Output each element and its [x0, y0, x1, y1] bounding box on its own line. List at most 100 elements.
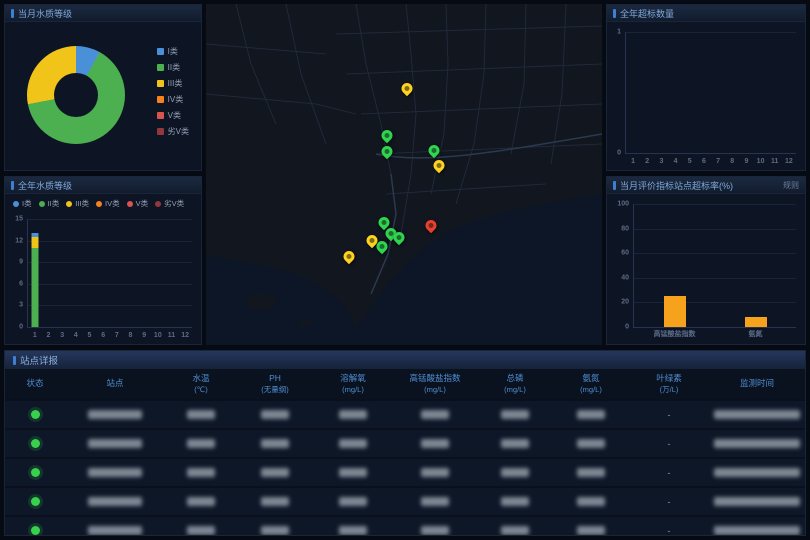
- legend-item[interactable]: IV类: [96, 198, 120, 209]
- y-axis-tick: 12: [15, 237, 23, 244]
- legend-label: 劣V类: [164, 198, 184, 209]
- x-axis-tick: 氨氮: [749, 329, 763, 339]
- column-unit: (mg/L): [424, 385, 446, 394]
- redacted-station-name: [88, 439, 142, 448]
- x-axis-tick: 8: [129, 332, 133, 339]
- redacted-timestamp: [714, 410, 800, 419]
- y-axis-tick: 9: [19, 259, 23, 266]
- status-cell: [5, 464, 65, 482]
- status-cell: [5, 435, 65, 453]
- legend-item[interactable]: V类: [127, 198, 149, 209]
- value-cell: [165, 522, 237, 537]
- status-indicator: [31, 497, 40, 506]
- status-cell: [5, 493, 65, 511]
- value-cell: [313, 435, 393, 453]
- redacted-value: [577, 526, 605, 535]
- redacted-value: [339, 439, 367, 448]
- table-row[interactable]: -: [5, 430, 805, 457]
- redacted-timestamp: [714, 526, 800, 535]
- chart-plot: 03691215123456789101112: [27, 219, 192, 328]
- legend-item[interactable]: 劣V类: [155, 198, 184, 209]
- legend-swatch: [157, 64, 164, 71]
- bar-segment: [664, 296, 686, 327]
- value-cell: [393, 435, 477, 453]
- legend-item[interactable]: 劣V类: [157, 126, 189, 137]
- column-header: 总磷(mg/L): [477, 373, 553, 395]
- legend-label: V类: [136, 198, 149, 209]
- legend-item[interactable]: III类: [66, 198, 89, 209]
- bar[interactable]: [31, 219, 38, 327]
- chart-plot: 020406080100高锰酸盐指数氨氮: [633, 204, 796, 328]
- redacted-value: [577, 410, 605, 419]
- value-cell: [165, 493, 237, 511]
- legend-label: II类: [48, 198, 60, 209]
- legend-swatch: [39, 201, 45, 207]
- water-quality-donut-chart[interactable]: [27, 46, 125, 144]
- redacted-value: [577, 468, 605, 477]
- value-cell: [237, 493, 313, 511]
- column-label: 叶绿素: [656, 373, 682, 383]
- panel-title: 当月评价指标站点超标率(%): [620, 179, 733, 192]
- gridline: [634, 229, 796, 230]
- redacted-value: [339, 526, 367, 535]
- value-cell: [165, 435, 237, 453]
- rule-tag[interactable]: 规则: [783, 180, 799, 191]
- column-header: 水温(℃): [165, 373, 237, 395]
- legend-item[interactable]: II类: [39, 198, 60, 209]
- panel-header: 当月评价指标站点超标率(%) 规则: [607, 177, 805, 194]
- exceed-rate-bar-chart[interactable]: 020406080100高锰酸盐指数氨氮: [607, 194, 805, 344]
- value-cell: [313, 493, 393, 511]
- redacted-value: [261, 410, 289, 419]
- gridline: [626, 32, 796, 33]
- x-axis-tick: 7: [115, 332, 119, 339]
- bar[interactable]: [664, 204, 686, 327]
- legend-item[interactable]: I类: [157, 46, 189, 57]
- header-accent: [613, 181, 616, 190]
- bar-segment: [745, 317, 767, 327]
- map[interactable]: [206, 4, 602, 345]
- redacted-value: [421, 497, 449, 506]
- table-row[interactable]: -: [5, 459, 805, 486]
- legend-item[interactable]: II类: [157, 62, 189, 73]
- status-indicator: [31, 468, 40, 477]
- y-axis-tick: 15: [15, 216, 23, 223]
- legend-swatch: [96, 201, 102, 207]
- legend-item[interactable]: I类: [13, 198, 32, 209]
- bar[interactable]: [745, 204, 767, 327]
- column-label: 监测时间: [740, 378, 774, 388]
- value-cell: [313, 464, 393, 482]
- redacted-value: [261, 468, 289, 477]
- status-indicator: [31, 526, 40, 535]
- x-axis-tick: 3: [659, 158, 663, 165]
- table-row[interactable]: -: [5, 517, 805, 536]
- redacted-station-name: [88, 497, 142, 506]
- table-row[interactable]: -: [5, 401, 805, 428]
- x-axis-tick: 10: [757, 158, 765, 165]
- map-base: [206, 4, 602, 345]
- station-cell: [65, 464, 165, 482]
- value-cell: [237, 464, 313, 482]
- redacted-value: [187, 497, 215, 506]
- x-axis-tick: 10: [154, 332, 162, 339]
- value-cell: [477, 406, 553, 424]
- legend-item[interactable]: III类: [157, 78, 189, 89]
- table-header-row: 状态站点水温(℃)PH(无量纲)溶解氧(mg/L)高锰酸盐指数(mg/L)总磷(…: [5, 369, 805, 399]
- x-axis-tick: 9: [744, 158, 748, 165]
- header-accent: [11, 181, 14, 190]
- value-cell: [165, 464, 237, 482]
- column-label: 高锰酸盐指数: [409, 373, 460, 383]
- redacted-value: [501, 468, 529, 477]
- gridline: [28, 241, 192, 242]
- y-axis-tick: 0: [617, 150, 621, 157]
- y-axis-tick: 100: [617, 201, 629, 208]
- column-header: 叶绿素(万/L): [629, 373, 709, 395]
- x-axis-tick: 3: [60, 332, 64, 339]
- year-exceed-chart[interactable]: 01123456789101112: [607, 22, 805, 170]
- redacted-station-name: [88, 410, 142, 419]
- legend-item[interactable]: V类: [157, 110, 189, 121]
- legend-item[interactable]: IV类: [157, 94, 189, 105]
- legend-label: I类: [22, 198, 32, 209]
- table-row[interactable]: -: [5, 488, 805, 515]
- year-quality-bar-chart[interactable]: 03691215123456789101112: [5, 209, 201, 344]
- column-unit: (mg/L): [580, 385, 602, 394]
